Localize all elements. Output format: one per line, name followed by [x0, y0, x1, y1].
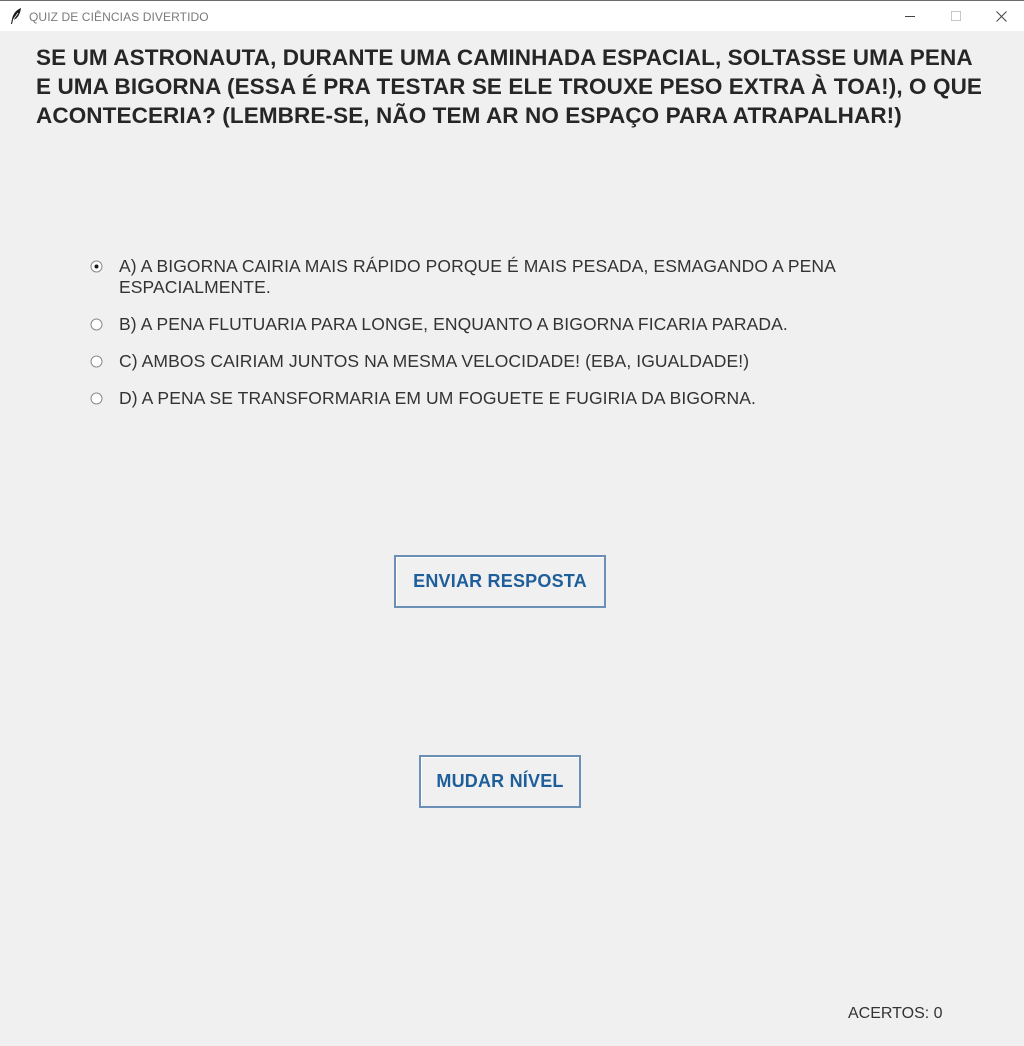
option-c-label: C) AMBOS CAIRIAM JUNTOS NA MESMA VELOCID… — [119, 351, 750, 371]
radio-icon[interactable] — [90, 392, 103, 405]
option-a[interactable]: A) A BIGORNA CAIRIA MAIS RÁPIDO PORQUE É… — [90, 256, 970, 298]
radio-selected-icon[interactable] — [90, 260, 103, 273]
option-c[interactable]: C) AMBOS CAIRIAM JUNTOS NA MESMA VELOCID… — [90, 351, 970, 372]
minimize-button[interactable] — [887, 1, 933, 31]
score-label: ACERTOS: 0 — [848, 1005, 943, 1022]
option-b[interactable]: B) A PENA FLUTUARIA PARA LONGE, ENQUANTO… — [90, 314, 970, 335]
submit-answer-button[interactable]: ENVIAR RESPOSTA — [394, 555, 606, 608]
close-button[interactable] — [978, 1, 1024, 31]
title-bar[interactable]: QUIZ DE CIÊNCIAS DIVERTIDO — [0, 0, 1024, 31]
radio-icon[interactable] — [90, 318, 103, 331]
feather-icon — [9, 7, 23, 25]
option-a-label: A) A BIGORNA CAIRIA MAIS RÁPIDO PORQUE É… — [119, 256, 835, 297]
maximize-icon — [951, 11, 961, 21]
option-b-label: B) A PENA FLUTUARIA PARA LONGE, ENQUANTO… — [119, 314, 788, 334]
option-d-label: D) A PENA SE TRANSFORMARIA EM UM FOGUETE… — [119, 388, 756, 408]
window-title: QUIZ DE CIÊNCIAS DIVERTIDO — [29, 10, 209, 24]
change-level-button[interactable]: MUDAR NÍVEL — [419, 755, 581, 808]
option-d[interactable]: D) A PENA SE TRANSFORMARIA EM UM FOGUETE… — [90, 388, 970, 409]
maximize-button[interactable] — [933, 1, 979, 31]
minimize-icon — [905, 11, 915, 21]
close-icon — [995, 10, 1007, 22]
radio-icon[interactable] — [90, 355, 103, 368]
quiz-window: QUIZ DE CIÊNCIAS DIVERTIDO SE UM ASTRONA… — [0, 0, 1024, 1046]
question-text: SE UM ASTRONAUTA, DURANTE UMA CAMINHADA … — [36, 45, 983, 128]
